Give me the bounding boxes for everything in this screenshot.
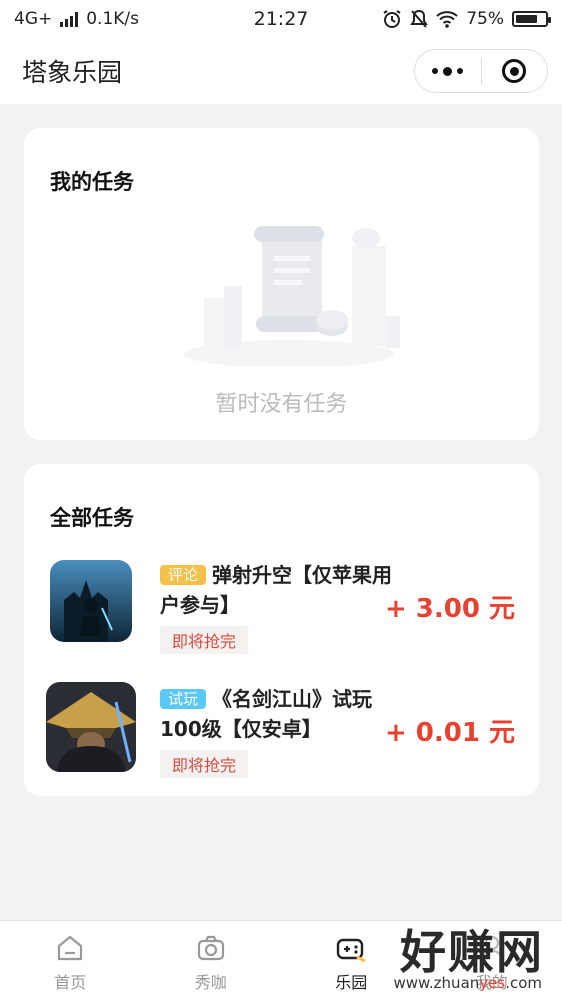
task-tag: 评论 [160,565,207,585]
nav-bar: 塔象乐园 [0,38,562,104]
user-icon [479,935,504,961]
game-thumbnail-icon [50,560,132,642]
network-speed: 0.1K/s [86,9,140,29]
close-target-icon [502,59,527,83]
tab-home[interactable]: 首页 [0,921,141,1000]
task-reward: + 0.01 元 [384,718,515,748]
tab-mine[interactable]: 我的 [422,921,562,1000]
battery-percent: 75% [466,9,504,29]
task-item[interactable]: 评论 弹射升空【仅苹果用户参与】 即将抢完 + 3.00 元 [24,560,539,660]
tab-label: 首页 [54,973,87,992]
network-type: 4G+ [14,9,53,29]
task-reward: + 3.00 元 [384,594,515,624]
game-thumbnail-icon [46,682,136,772]
battery-icon [512,11,551,27]
task-status-badge: 即将抢完 [160,626,249,654]
all-tasks-title: 全部任务 [50,506,134,530]
more-dots-icon [432,66,464,76]
tab-park[interactable]: 乐园 [281,921,422,1000]
home-icon [58,935,83,961]
empty-scroll-illustration [184,226,400,366]
empty-state-text: 暂时没有任务 [215,392,348,417]
bottom-tab-bar: 首页 秀咖 乐园 我的 [0,920,562,1000]
alarm-icon [383,10,401,28]
task-item[interactable]: 试玩 《名剑江山》试玩100级【仅安卓】 即将抢完 + 0.01 元 [24,682,539,784]
task-status-badge: 即将抢完 [160,750,249,778]
tab-label: 秀咖 [194,973,227,992]
mute-bell-icon [410,9,429,28]
tab-label: 我的 [475,973,508,992]
miniapp-capsule [414,49,548,93]
gamepad-icon [337,938,366,963]
task-title: 评论 弹射升空【仅苹果用户参与】 [160,560,400,620]
my-tasks-card: 我的任务 暂时没有任务 [24,128,539,440]
camera-icon [197,935,224,961]
wifi-icon [436,11,458,28]
close-miniapp-button[interactable] [482,50,548,92]
more-button[interactable] [415,50,481,92]
page-title: 塔象乐园 [22,58,123,87]
all-tasks-card: 全部任务 评论 弹射升空【仅苹果用户参与】 即将抢完 + 3.00 元 试玩 《… [24,464,539,796]
task-title: 试玩 《名剑江山》试玩100级【仅安卓】 [160,684,400,744]
status-bar: 4G+ 0.1K/s 21:27 75% [0,0,562,38]
signal-icon [60,11,79,27]
my-tasks-title: 我的任务 [50,170,134,194]
task-tag: 试玩 [160,689,207,709]
tab-label: 乐园 [335,973,368,992]
tab-show[interactable]: 秀咖 [141,921,282,1000]
